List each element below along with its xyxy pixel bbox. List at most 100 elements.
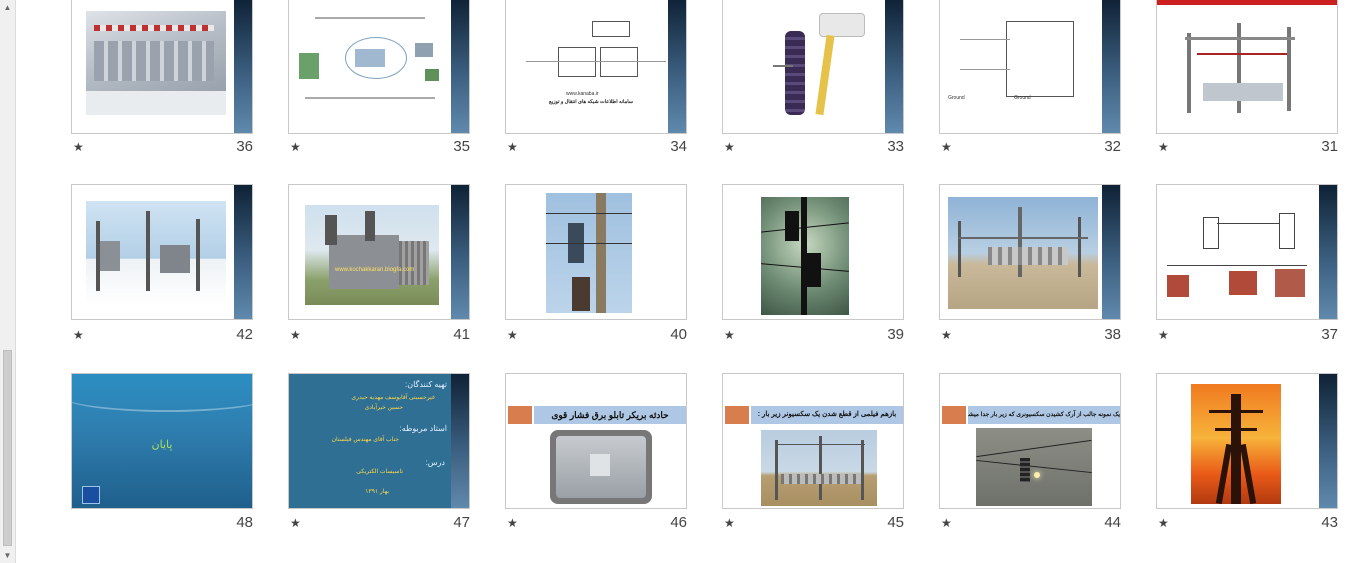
ground-label: Ground: [1014, 95, 1031, 101]
course-label: درس:: [425, 458, 445, 467]
circuit-line: [960, 39, 1010, 40]
teacher-label: استاد مربوطه:: [399, 424, 448, 433]
slide-accent-bar: [451, 0, 469, 133]
slide-thumbnail-36[interactable]: [71, 0, 253, 134]
animation-star-icon[interactable]: ★: [1158, 328, 1169, 342]
arc-disconnector-photo: [976, 428, 1092, 506]
authors-names-2: حسین خیرآبادی: [364, 405, 403, 411]
slide-accent-bar: [451, 185, 469, 319]
substation-snow-photo: [86, 201, 226, 305]
animation-star-icon[interactable]: ★: [941, 516, 952, 530]
vertical-scrollbar[interactable]: ▲ ▼: [0, 0, 16, 563]
slide-number: 44: [1104, 514, 1121, 531]
slide-number: 46: [670, 514, 687, 531]
animation-star-icon[interactable]: ★: [290, 516, 301, 530]
slide-accent-bar: [1102, 185, 1120, 319]
power-tower-sunset-photo: [1191, 384, 1281, 505]
slide-thumbnail-40[interactable]: [505, 184, 687, 320]
animation-star-icon[interactable]: ★: [290, 328, 301, 342]
slide-thumbnail-32[interactable]: Ground Ground: [939, 0, 1121, 134]
slide-46-title: حادثه بریکر تابلو برق فشار قوی: [534, 406, 686, 424]
animation-star-icon[interactable]: ★: [1158, 516, 1169, 530]
slide-thumbnail-41[interactable]: www.kochakkaran.blogfa.com: [288, 184, 470, 320]
linemen-silhouette-photo: [761, 197, 849, 315]
slide-number: 47: [453, 514, 470, 531]
animation-star-icon[interactable]: ★: [507, 328, 518, 342]
slide-accent-bar: [885, 0, 903, 133]
university-logo-icon: [82, 486, 100, 504]
diagram-connector: [526, 61, 666, 62]
ground-label: Ground: [948, 95, 965, 101]
course-name: تاسیسات الکتریکی: [356, 469, 403, 475]
animation-star-icon[interactable]: ★: [724, 140, 735, 154]
animation-star-icon[interactable]: ★: [507, 140, 518, 154]
slide-thumbnail-34[interactable]: www.kanaba.ir سامانه اطلاعات شبکه های ان…: [505, 0, 687, 134]
slide-number: 31: [1321, 138, 1338, 155]
slide-number: 45: [887, 514, 904, 531]
slide-accent-bar: [234, 185, 252, 319]
animation-star-icon[interactable]: ★: [941, 140, 952, 154]
slide-sorter: ★ 36 ★ 35 www.kanaba.ir سامانه اطلاعات ش…: [16, 0, 1366, 563]
slide-number: 33: [887, 138, 904, 155]
slide-number: 40: [670, 326, 687, 343]
circuit-diagram: [1006, 21, 1074, 97]
slide-thumbnail-35[interactable]: [288, 0, 470, 134]
slide-thumbnail-46[interactable]: حادثه بریکر تابلو برق فشار قوی: [505, 373, 687, 509]
animation-star-icon[interactable]: ★: [290, 140, 301, 154]
slide-accent-bar: [234, 0, 252, 133]
video-frame[interactable]: [550, 430, 652, 504]
slide-accent-bar: [451, 374, 469, 508]
slide-44-title: یک نمونه جالب از آرک کشیدن سکسیونری که ز…: [968, 406, 1120, 424]
animation-star-icon[interactable]: ★: [1158, 140, 1169, 154]
scrollbar-thumb[interactable]: [3, 350, 12, 546]
website-watermark: www.kochakkaran.blogfa.com: [335, 267, 415, 273]
animation-star-icon[interactable]: ★: [73, 328, 84, 342]
slide-thumbnail-42[interactable]: [71, 184, 253, 320]
slide-thumbnail-48[interactable]: پایان: [71, 373, 253, 509]
slide-thumbnail-45[interactable]: بازهم فیلمی از قطع شدن یک سکسیونر زیر با…: [722, 373, 904, 509]
slide-thumbnail-33[interactable]: [722, 0, 904, 134]
slide-number: 32: [1104, 138, 1121, 155]
orange-accent-block: [942, 406, 966, 424]
scroll-down-arrow-icon[interactable]: ▼: [0, 548, 15, 563]
slide-45-title: بازهم فیلمی از قطع شدن یک سکسیونر زیر با…: [751, 406, 903, 424]
slide-thumbnail-44[interactable]: یک نمونه جالب از آرک کشیدن سکسیونری که ز…: [939, 373, 1121, 509]
scroll-up-arrow-icon[interactable]: ▲: [0, 0, 15, 15]
transformer-photo: www.kochakkaran.blogfa.com: [305, 205, 439, 305]
animation-star-icon[interactable]: ★: [724, 516, 735, 530]
slide-number: 36: [236, 138, 253, 155]
slide-thumbnail-37[interactable]: [1156, 184, 1338, 320]
authors-names: غیرحسینی آقایوسف مهدیه حیدری: [351, 395, 435, 401]
animation-star-icon[interactable]: ★: [724, 328, 735, 342]
diagram-box: [600, 47, 638, 77]
slide-number: 37: [1321, 326, 1338, 343]
animation-star-icon[interactable]: ★: [73, 140, 84, 154]
control-panel-photo: [86, 11, 226, 115]
animation-star-icon[interactable]: ★: [507, 516, 518, 530]
diagram-box: [558, 47, 596, 77]
slide-thumbnail-39[interactable]: [722, 184, 904, 320]
slide-number: 43: [1321, 514, 1338, 531]
slide-number: 48: [236, 514, 253, 531]
wave-decoration: [72, 380, 252, 412]
slide-thumbnail-43[interactable]: [1156, 373, 1338, 509]
slide-number: 34: [670, 138, 687, 155]
slide-thumbnail-38[interactable]: [939, 184, 1121, 320]
slide-number: 38: [1104, 326, 1121, 343]
circuit-line: [960, 69, 1010, 70]
slide-48-title: پایان: [151, 439, 173, 451]
slide-thumbnail-47[interactable]: تهیه کنندگان: غیرحسینی آقایوسف مهدیه حید…: [288, 373, 470, 509]
diagram-box: [592, 21, 630, 37]
slide-thumbnail-31[interactable]: [1156, 0, 1338, 134]
animation-star-icon[interactable]: ★: [941, 328, 952, 342]
red-header-band: [1157, 0, 1337, 5]
orange-accent-block: [725, 406, 749, 424]
disconnector-switch-photo: [761, 430, 877, 506]
prepared-by-label: تهیه کنندگان:: [404, 380, 447, 389]
slide-number: 39: [887, 326, 904, 343]
substation-field-photo: [948, 197, 1098, 309]
slide-accent-bar: [1102, 0, 1120, 133]
distribution-diagram: [1163, 209, 1319, 305]
fuse-cutout-photo: [763, 5, 865, 125]
slide-accent-bar: [1319, 374, 1337, 508]
